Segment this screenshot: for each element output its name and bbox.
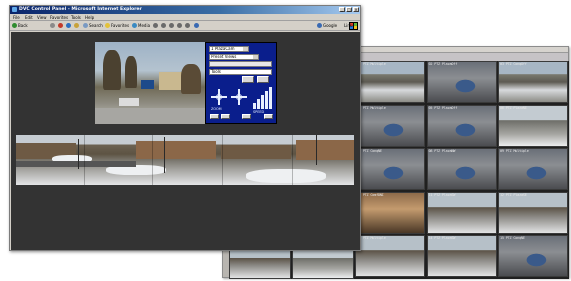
menu-help[interactable]: Help	[85, 15, 94, 20]
pan-tilt-pad-right[interactable]	[231, 89, 247, 105]
close-icon[interactable]: ×	[353, 7, 359, 12]
camera-caption: 02 PTZ PlazaOff	[428, 62, 458, 66]
google-button[interactable]: Google	[323, 23, 337, 29]
camera-cell[interactable]: 02 PTZ PlazaOff	[426, 61, 497, 103]
home-icon[interactable]	[74, 23, 79, 28]
search-button[interactable]: Search	[89, 23, 103, 29]
camera-cell[interactable]: 06 PTZ PlazaNE	[498, 104, 568, 147]
camera-cell[interactable]: 01 PTZ Multiple	[355, 61, 425, 103]
speed-slider[interactable]	[253, 85, 273, 109]
tools-label: Tools	[211, 69, 221, 74]
camera-caption: 14 PTZ PlazaSW	[428, 236, 456, 240]
ie-menu-bar: File Edit View Favorites Tools Help	[10, 14, 360, 30]
chevron-down-icon	[253, 55, 258, 59]
maximize-icon[interactable]: □	[346, 7, 352, 12]
camera-caption: 11 PTZ PlazaSW	[428, 192, 456, 197]
back-button[interactable]: Back	[18, 23, 28, 29]
camera-cell[interactable]: 07 PTZ ConqNE	[355, 148, 425, 190]
pan-tilt-pad-left[interactable]	[211, 89, 227, 105]
ptz-button-1[interactable]	[242, 76, 254, 83]
ptz-control-panel: 1 PlazaCam Preset Views Tools SPEED ZOOM	[205, 42, 277, 124]
media-button[interactable]: Media	[138, 23, 150, 29]
ie-titlebar[interactable]: DVC Control Panel - Microsoft Internet E…	[10, 6, 360, 14]
camera-caption: 03 PTZ ConqOff	[500, 62, 527, 66]
menu-favorites[interactable]: Favorites	[50, 15, 68, 20]
refresh-icon[interactable]	[66, 23, 71, 28]
camera-caption: 10 PTZ ComfDNI	[357, 192, 384, 197]
messenger-icon[interactable]	[194, 23, 199, 28]
menu-tools[interactable]: Tools	[71, 15, 81, 20]
camera-caption: 13 PTZ Multiple	[357, 236, 386, 240]
camera-caption: 04 PTZ Multiple	[357, 105, 386, 110]
speed-label: SPEED	[253, 110, 265, 114]
menu-view[interactable]: View	[37, 15, 47, 20]
preset-views-select[interactable]: Preset Views	[209, 54, 259, 60]
camera-select[interactable]: 1 PlazaCam	[209, 46, 249, 52]
camera-cell[interactable]: 10 PTZ ComfDNI	[355, 191, 425, 234]
zoom-in-button[interactable]	[221, 114, 230, 119]
camera-caption: 08 PTZ PlazaNW	[428, 149, 456, 153]
camera-cell[interactable]: 08 PTZ PlazaNW	[426, 148, 497, 190]
tools-field[interactable]: Tools	[209, 69, 272, 75]
camera-cell[interactable]: 04 PTZ Multiple	[355, 104, 425, 147]
preset-list[interactable]	[209, 61, 272, 67]
edit-icon[interactable]	[177, 23, 182, 28]
ie-app-icon	[12, 7, 17, 12]
minimize-icon[interactable]: _	[339, 7, 345, 12]
ie-window: DVC Control Panel - Microsoft Internet E…	[9, 5, 361, 251]
camera-cell[interactable]: 12 PTZ PlazaSE	[498, 191, 568, 234]
media-icon[interactable]	[132, 23, 137, 28]
discuss-icon[interactable]	[185, 23, 190, 28]
camera-cell[interactable]: 15 PTZ ConqNE	[498, 235, 568, 277]
iris-button[interactable]	[264, 114, 273, 119]
billboard	[141, 80, 154, 89]
zoom-label: ZOOM	[211, 107, 222, 111]
search-icon[interactable]	[83, 23, 88, 28]
google-icon[interactable]	[317, 23, 322, 28]
page-content: 1 PlazaCam Preset Views Tools SPEED ZOOM	[11, 32, 360, 250]
camera-feed-main[interactable]	[95, 42, 205, 124]
panorama-feed[interactable]	[16, 135, 354, 185]
history-icon[interactable]	[153, 23, 158, 28]
ie-toolbar: Back Search Favorites Media Google Links	[10, 21, 360, 31]
camera-caption: 15 PTZ ConqNE	[500, 236, 525, 240]
chevron-down-icon	[243, 47, 248, 51]
camera-cell[interactable]: 13 PTZ Multiple	[355, 235, 425, 277]
camera-cell[interactable]: 11 PTZ PlazaSW	[426, 191, 497, 234]
links-button[interactable]: Links	[344, 23, 354, 29]
camera-cell[interactable]: 05 PTZ PlazaOff	[426, 104, 497, 147]
camera-cell[interactable]: 09 PTZ Multiple	[498, 148, 568, 190]
camera-select-value: 1 PlazaCam	[211, 46, 235, 51]
camera-caption: 12 PTZ PlazaSE	[500, 192, 527, 197]
camera-cell[interactable]: 14 PTZ PlazaSW	[426, 235, 497, 277]
menu-file[interactable]: File	[13, 15, 20, 20]
favorites-button[interactable]: Favorites	[111, 23, 129, 29]
camera-caption: 01 PTZ Multiple	[357, 62, 386, 66]
print-icon[interactable]	[169, 23, 174, 28]
menu-edit[interactable]: Edit	[25, 15, 33, 20]
forward-arrow-icon[interactable]	[50, 23, 55, 28]
camera-caption: 09 PTZ Multiple	[500, 149, 529, 153]
camera-cell[interactable]: 03 PTZ ConqOff	[498, 61, 568, 103]
back-arrow-icon[interactable]	[12, 23, 17, 28]
ie-window-title: DVC Control Panel - Microsoft Internet E…	[19, 7, 142, 12]
preset-views-value: Preset Views	[211, 54, 237, 59]
focus-button[interactable]	[242, 114, 251, 119]
favorites-star-icon[interactable]	[105, 23, 110, 28]
ptz-button-2[interactable]	[257, 76, 269, 83]
stop-icon[interactable]	[58, 23, 63, 28]
zoom-out-button[interactable]	[210, 114, 219, 119]
camera-caption: 06 PTZ PlazaNE	[500, 105, 527, 110]
mail-icon[interactable]	[161, 23, 166, 28]
camera-caption: 05 PTZ PlazaOff	[428, 105, 458, 110]
camera-grid: 01 PTZ Multiple 02 PTZ PlazaOff 03 PTZ Con…	[355, 61, 569, 279]
